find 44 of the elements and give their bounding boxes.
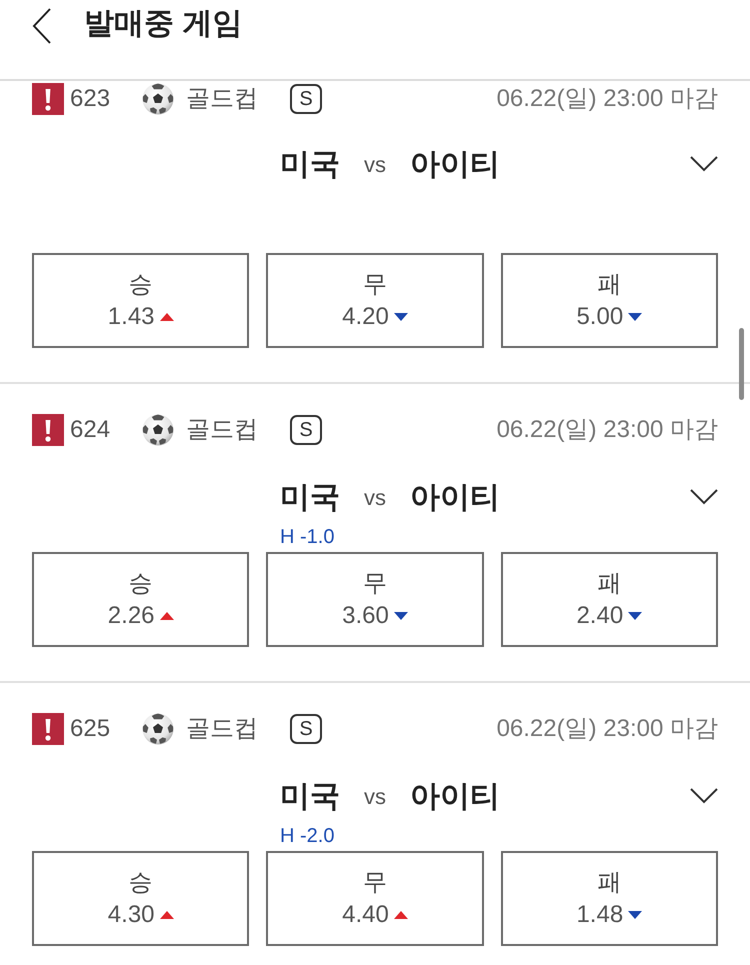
handicap-label: H -2.0	[280, 824, 334, 848]
odds-button[interactable]: 승 1.43	[32, 253, 250, 348]
scrollbar-thumb	[739, 328, 744, 400]
versus-label: vs	[364, 484, 386, 512]
expand-chevron-icon[interactable]	[690, 489, 718, 505]
league-name: 골드컵	[186, 714, 258, 744]
back-icon[interactable]	[32, 8, 52, 44]
odds-button[interactable]: 패 5.00	[500, 253, 718, 348]
odds-button[interactable]: 무 3.60	[266, 552, 484, 647]
expand-chevron-icon[interactable]	[690, 156, 718, 172]
handicap-label: H -1.0	[280, 525, 334, 549]
versus-label: vs	[364, 150, 386, 178]
away-team: 아이티	[410, 778, 500, 814]
alert-icon	[32, 713, 64, 745]
home-team: 미국	[280, 778, 340, 814]
grade-badge: S	[290, 84, 322, 114]
soccer-ball-icon	[142, 414, 174, 446]
deadline-time: 06.22(일) 23:00 마감	[496, 84, 718, 114]
versus-label: vs	[364, 782, 386, 810]
away-team: 아이티	[410, 480, 500, 516]
league-name: 골드컵	[186, 415, 258, 445]
grade-badge: S	[290, 415, 322, 445]
game-number: 624	[70, 415, 110, 445]
game-number: 623	[70, 84, 110, 114]
odds-button[interactable]: 승 4.30	[32, 851, 250, 946]
expand-chevron-icon[interactable]	[690, 788, 718, 804]
game-number: 625	[70, 714, 110, 744]
odds-button[interactable]: 무 4.20	[266, 253, 484, 348]
odds-button[interactable]: 무 4.40	[266, 851, 484, 946]
odds-button[interactable]: 패 2.40	[500, 552, 718, 647]
alert-icon	[32, 414, 64, 446]
grade-badge: S	[290, 714, 322, 744]
alert-icon	[32, 83, 64, 115]
soccer-ball-icon	[142, 83, 174, 115]
home-team: 미국	[280, 146, 340, 182]
home-team: 미국	[280, 480, 340, 516]
page-title: 발매중 게임	[84, 6, 242, 42]
odds-button[interactable]: 패 1.48	[500, 851, 718, 946]
league-name: 골드컵	[186, 84, 258, 114]
odds-button[interactable]: 승 2.26	[32, 552, 250, 647]
deadline-time: 06.22(일) 23:00 마감	[496, 714, 718, 744]
deadline-time: 06.22(일) 23:00 마감	[496, 415, 718, 445]
soccer-ball-icon	[142, 713, 174, 745]
away-team: 아이티	[410, 146, 500, 182]
